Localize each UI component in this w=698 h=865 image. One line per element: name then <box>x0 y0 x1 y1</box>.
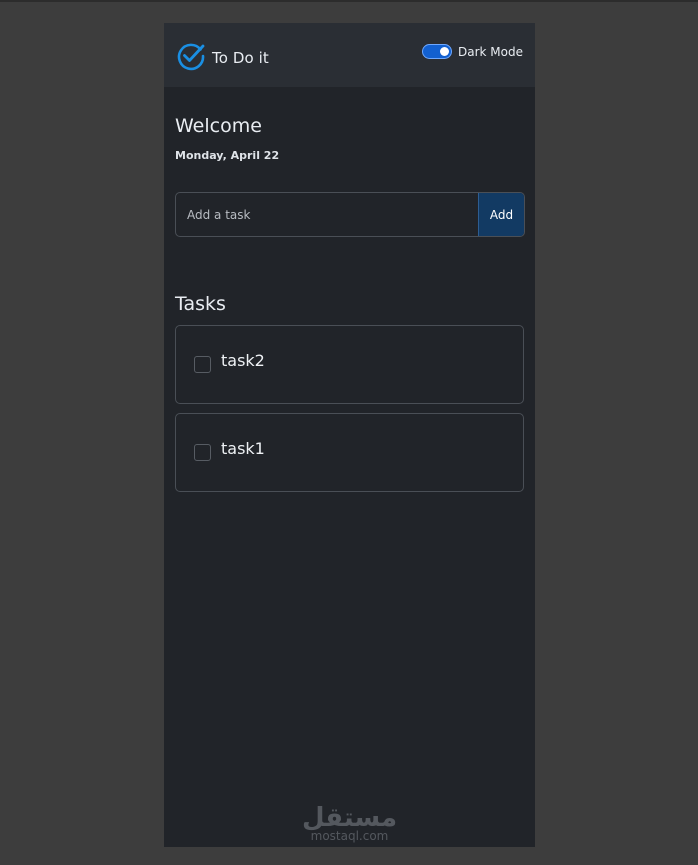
task-label: task2 <box>221 351 265 370</box>
toggle-knob <box>440 47 449 56</box>
theme-switch: Dark Mode <box>422 44 523 59</box>
window-top-border <box>0 0 698 2</box>
task-item: task2 <box>175 325 524 404</box>
welcome-heading: Welcome <box>175 115 262 137</box>
app-header: To Do it Dark Mode <box>164 23 535 87</box>
add-task-form: Add <box>175 192 525 237</box>
check-circle-icon <box>176 41 206 75</box>
todo-app: To Do it Dark Mode Welcome Monday, April… <box>164 23 535 847</box>
add-task-button[interactable]: Add <box>478 193 524 236</box>
task-checkbox[interactable] <box>194 444 211 461</box>
dark-mode-toggle[interactable] <box>422 44 452 59</box>
app-title: To Do it <box>212 49 269 67</box>
task-item: task1 <box>175 413 524 492</box>
watermark-latin: mostaql.com <box>310 829 389 843</box>
dark-mode-label: Dark Mode <box>458 44 523 59</box>
brand: To Do it <box>176 41 269 75</box>
task-checkbox[interactable] <box>194 356 211 373</box>
watermark-arabic: مستقل <box>301 803 398 833</box>
tasks-heading: Tasks <box>175 293 226 315</box>
task-label: task1 <box>221 439 265 458</box>
watermark: مستقل mostaql.com <box>164 804 535 843</box>
task-input[interactable] <box>176 193 478 236</box>
current-date: Monday, April 22 <box>175 149 280 162</box>
